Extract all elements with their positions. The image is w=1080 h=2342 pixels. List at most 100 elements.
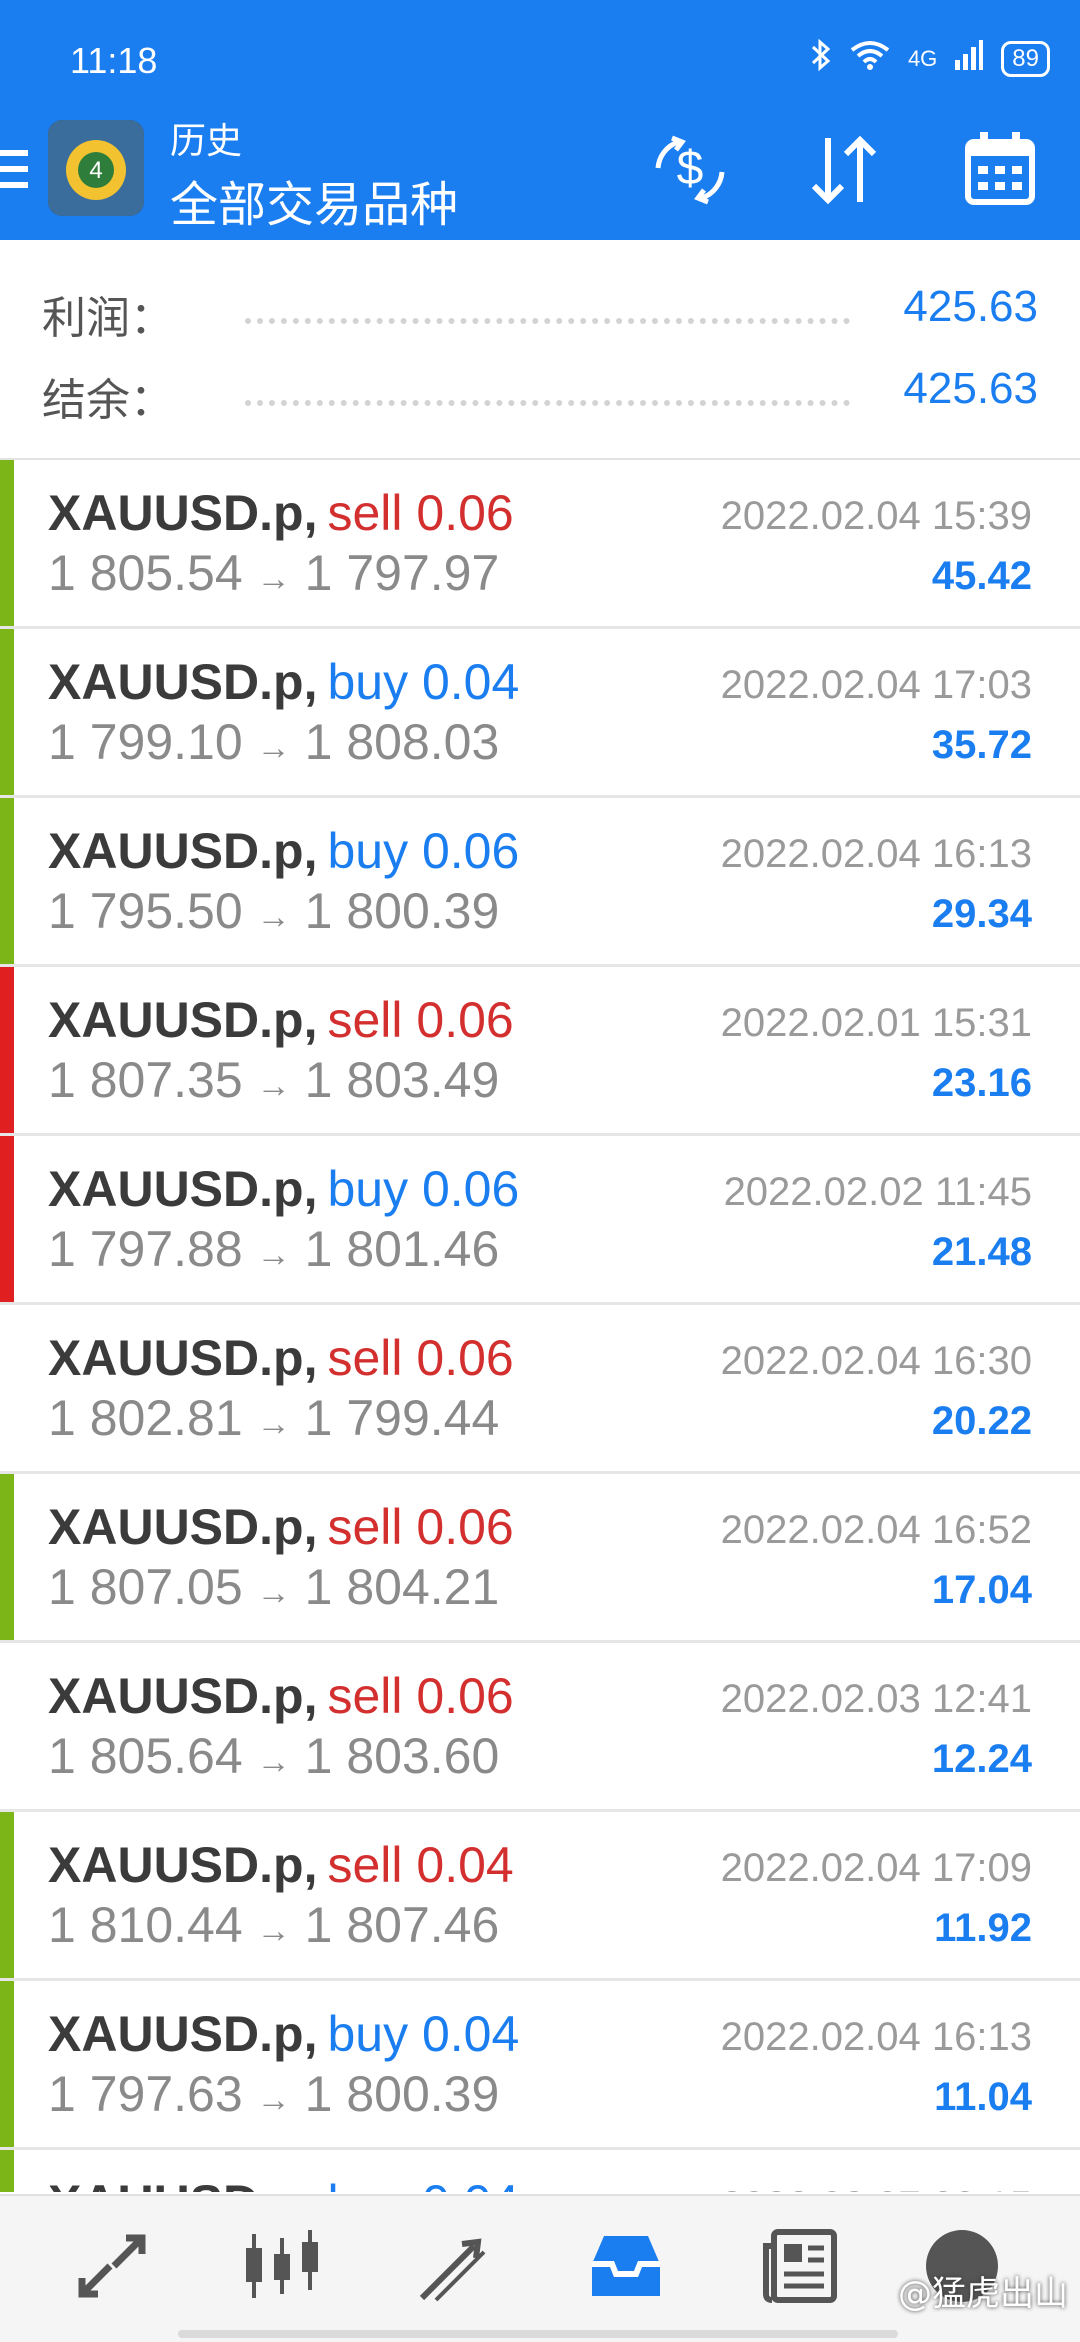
deal-time: 2022.02.04 16:13 [720, 2015, 1032, 2059]
open-price: 1 805.54 [48, 545, 243, 601]
calendar-icon[interactable] [958, 128, 1042, 212]
trade-side: buy 0.04 [327, 2175, 519, 2192]
deal-prices: 1 802.81 → 1 799.44 [48, 1389, 499, 1447]
bluetooth-icon [810, 38, 832, 79]
deal-symbol: XAUUSD.p,buy 0.04 [48, 653, 519, 711]
close-price: 1 804.21 [304, 1559, 500, 1615]
arrow-right-icon: → [256, 1912, 291, 1950]
deal-time: 2022.02.04 16:52 [720, 1508, 1032, 1552]
arrow-right-icon: → [256, 1236, 291, 1274]
deal-time: 2022.02.04 16:13 [720, 832, 1032, 876]
symbol-name: XAUUSD.p, [48, 1330, 318, 1386]
trade-side: buy 0.06 [327, 823, 520, 879]
deal-row[interactable]: XAUUSD.p, sell 0.06 1 805.64 → 1 803.60 2022.… [0, 1643, 1080, 1812]
trade-side: buy 0.04 [327, 2006, 520, 2062]
deal-profit: 35.72 [931, 723, 1032, 767]
summary-panel: 利润： 425.63 结余： 425.63 [0, 240, 1080, 460]
deal-row[interactable]: XAUUSD.p, buy 0.06 1 795.50 → 1 800.39 2022.0… [0, 798, 1080, 967]
open-price: 1 810.44 [48, 1897, 243, 1953]
open-price: 1 807.35 [48, 1052, 243, 1108]
deal-profit: 23.16 [931, 1061, 1032, 1105]
open-price: 1 807.05 [48, 1559, 243, 1615]
trade-side: buy 0.06 [327, 1161, 520, 1217]
deal-time: 2022.02.07 09:15 [721, 2184, 1032, 2192]
symbol-name: XAUUSD.p, [48, 654, 318, 710]
deal-symbol: XAUUSD.p, sell 0.06 [48, 991, 514, 1049]
deal-symbol: XAUUSD.p, sell 0.04 [48, 1836, 514, 1894]
deal-row[interactable]: XAUUSD.p, buy 0.04 1 797.63 → 1 800.39 2022.0… [0, 1981, 1080, 2150]
trade-side: sell 0.06 [327, 1499, 514, 1555]
deal-row[interactable]: XAUUSD.p, sell 0.06 1 807.35 → 1 803.49 2022.… [0, 967, 1080, 1136]
deal-row[interactable]: XAUUSD.p, sell 0.06 1 805.54 → 1 797.97 2022.… [0, 460, 1080, 629]
header-title[interactable]: 全部交易品种 [170, 165, 458, 235]
deal-status-bar [0, 1981, 14, 2147]
deal-status-bar [0, 1812, 14, 1978]
deal-prices: 1 799.10 → 1 808.03 [48, 713, 499, 771]
deal-status-bar [0, 1474, 14, 1640]
metatrader-logo: 4 [48, 120, 144, 216]
trade-side: sell 0.06 [327, 992, 514, 1048]
deal-profit: 21.48 [931, 1230, 1032, 1274]
open-price: 1 797.88 [48, 1221, 243, 1277]
deal-time: 2022.02.02 11:45 [723, 1170, 1032, 1214]
trade-side: sell 0.06 [327, 485, 514, 541]
arrow-right-icon: → [256, 1405, 291, 1443]
quotes-icon[interactable] [70, 2224, 154, 2308]
header-subtitle: 历史 [170, 121, 243, 162]
deal-symbol: XAUUSD.p,buy 0.04 [48, 2174, 519, 2192]
trade-side: sell 0.06 [327, 1330, 514, 1386]
profit-value: 425.63 [903, 282, 1038, 331]
home-indicator [178, 2330, 898, 2338]
arrow-right-icon: → [256, 729, 291, 767]
trade-icon[interactable] [414, 2224, 498, 2308]
open-price: 1 799.10 [48, 714, 243, 770]
chart-icon[interactable] [240, 2224, 324, 2308]
deal-profit: 29.34 [931, 892, 1032, 936]
deal-prices: 1 797.88 → 1 801.46 [48, 1220, 499, 1278]
arrow-right-icon: → [256, 2081, 291, 2119]
signal-icon [955, 40, 984, 77]
deal-symbol: XAUUSD.p, sell 0.06 [48, 1329, 514, 1387]
watermark-text: @猛虎出山 [898, 2274, 1068, 2314]
arrow-right-icon: → [256, 1574, 291, 1612]
open-price: 1 795.50 [48, 883, 243, 939]
symbol-name: XAUUSD.p, [48, 1161, 318, 1217]
sort-icon[interactable] [802, 128, 886, 212]
deal-row[interactable]: XAUUSD.p, sell 0.04 1 810.44 → 1 807.46 2022.… [0, 1812, 1080, 1981]
deal-list[interactable]: XAUUSD.p, sell 0.06 1 805.54 → 1 797.97 2022.… [0, 460, 1080, 2192]
dot-leader [245, 318, 850, 324]
deal-symbol: XAUUSD.p, buy 0.06 [48, 1160, 519, 1218]
deal-time: 2022.02.04 17:09 [720, 1846, 1032, 1890]
deal-time: 2022.02.04 16:30 [720, 1339, 1032, 1383]
trade-side: sell 0.06 [327, 1668, 514, 1724]
deal-row[interactable]: XAUUSD.p, buy 0.04 2022.02.07 09:15 [0, 2150, 1080, 2192]
deal-row[interactable]: XAUUSD.p, buy 0.06 1 797.88 → 1 801.46 2022.0… [0, 1136, 1080, 1305]
svg-text:$: $ [677, 142, 704, 195]
deal-prices: 1 807.35 → 1 803.49 [48, 1051, 499, 1109]
deal-prices: 1 805.54 → 1 797.97 [48, 544, 499, 602]
history-icon[interactable] [584, 2224, 668, 2308]
balance-value: 425.63 [903, 364, 1038, 413]
deal-status-bar [0, 1643, 14, 1809]
deal-prices: 1 807.05 → 1 804.21 [48, 1558, 499, 1616]
balance-row: 结余： 425.63 [0, 364, 1080, 444]
currency-exchange-icon[interactable]: $ [648, 128, 732, 212]
dot-leader [245, 400, 850, 406]
deal-profit: 20.22 [931, 1399, 1032, 1443]
news-icon[interactable] [758, 2224, 842, 2308]
deal-time: 2022.02.04 17:03 [720, 663, 1032, 707]
deal-symbol: XAUUSD.p, sell 0.06 [48, 1498, 514, 1556]
arrow-right-icon: → [256, 1067, 291, 1105]
deal-profit: 11.04 [934, 2075, 1032, 2119]
close-price: 1 803.60 [304, 1728, 500, 1784]
wifi-icon [850, 40, 890, 77]
svg-text:4: 4 [89, 157, 102, 184]
deal-prices: 1 810.44 → 1 807.46 [48, 1896, 499, 1954]
deal-row[interactable]: XAUUSD.p, sell 0.06 1 807.05 → 1 804.21 2022.… [0, 1474, 1080, 1643]
symbol-name: XAUUSD.p, [48, 485, 318, 541]
deal-row[interactable]: XAUUSD.p, sell 0.06 1 802.81 → 1 799.44 2022.… [0, 1305, 1080, 1474]
deal-prices: 1 797.63 → 1 800.39 [48, 2065, 499, 2123]
deal-row[interactable]: XAUUSD.p, buy 0.04 1 799.10 → 1 808.03 2022.0… [0, 629, 1080, 798]
trade-side: sell 0.04 [327, 1837, 514, 1893]
menu-icon[interactable] [0, 150, 28, 196]
